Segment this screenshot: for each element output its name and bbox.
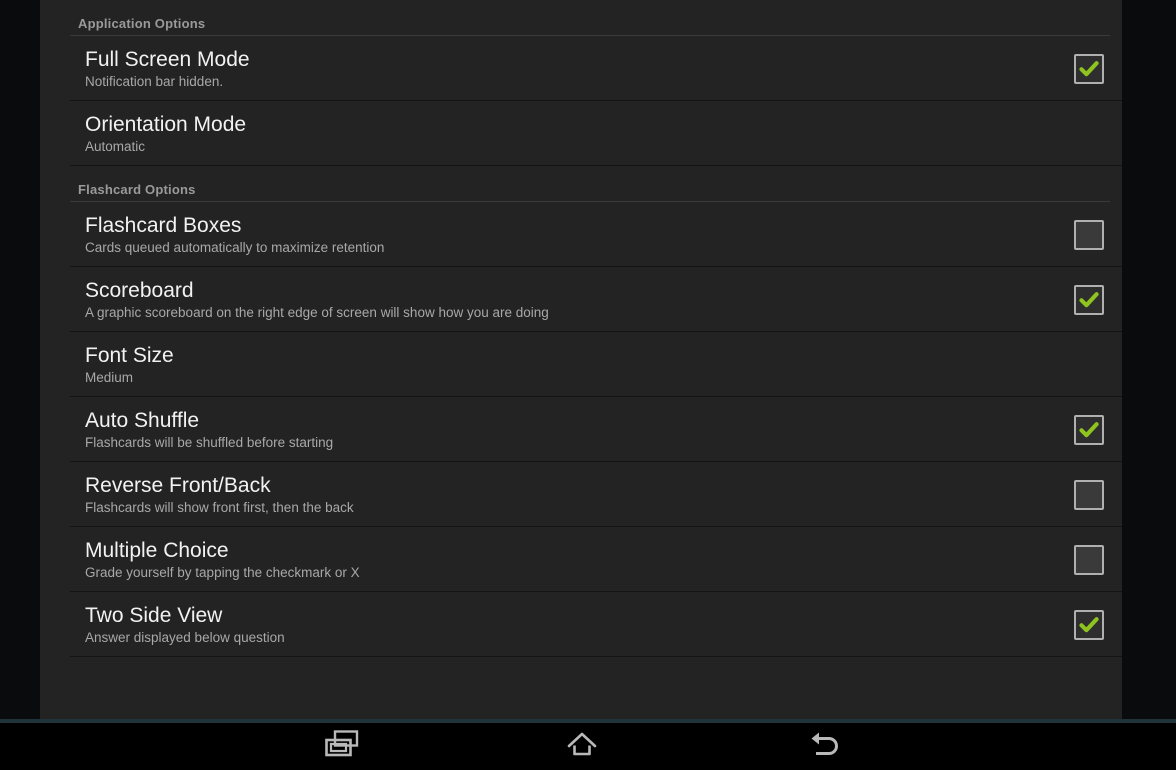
back-icon — [804, 728, 844, 765]
preference-summary: Automatic — [85, 138, 146, 154]
preference-summary: Notification bar hidden. — [85, 73, 224, 89]
app-area: Application Options Full Screen Mode Notif… — [0, 0, 1176, 723]
preference-title: Flashcard Boxes — [85, 213, 242, 237]
section-header: Application Options — [40, 0, 1122, 36]
preference-text: Flashcard Boxes Cards queued automaticall… — [85, 214, 1060, 256]
preference-summary: Grade yourself by tapping the checkmark … — [85, 564, 360, 580]
preference-text: Auto Shuffle Flashcards will be shuffled … — [85, 409, 1060, 451]
preference-text: Multiple Choice Grade yourself by tapping… — [85, 539, 1060, 581]
preference-checkbox[interactable] — [1074, 609, 1104, 640]
preference-list: Application Options Full Screen Mode Notif… — [40, 0, 1122, 657]
preference-row[interactable]: Flashcard Boxes Cards queued automaticall… — [40, 202, 1122, 267]
section-header: Flashcard Options — [40, 166, 1122, 202]
preference-row[interactable]: Full Screen Mode Notification bar hidden. — [40, 36, 1122, 101]
recents-icon — [322, 728, 362, 765]
preference-row[interactable]: Auto Shuffle Flashcards will be shuffled … — [40, 397, 1122, 462]
checkmark-icon — [1078, 289, 1100, 311]
left-letterbox-gutter — [0, 0, 40, 723]
preference-checkbox[interactable] — [1074, 284, 1104, 315]
checkmark-icon — [1078, 614, 1100, 636]
preference-summary: A graphic scoreboard on the right edge o… — [85, 304, 549, 320]
section-header-label: Flashcard Options — [78, 182, 196, 197]
preference-text: Scoreboard A graphic scoreboard on the ri… — [85, 279, 1060, 321]
checkmark-icon — [1078, 419, 1100, 441]
preference-title: Reverse Front/Back — [85, 473, 271, 497]
preference-text: Full Screen Mode Notification bar hidden. — [85, 48, 1060, 90]
preference-text: Font Size Medium — [85, 344, 1060, 386]
device-screen: Application Options Full Screen Mode Notif… — [0, 0, 1176, 770]
system-navigation-bar — [0, 723, 1176, 770]
preference-row[interactable]: Two Side View Answer displayed below ques… — [40, 592, 1122, 657]
preference-title: Full Screen Mode — [85, 47, 250, 71]
preference-row[interactable]: Orientation Mode Automatic — [40, 101, 1122, 166]
preference-checkbox[interactable] — [1074, 219, 1104, 250]
preference-title: Multiple Choice — [85, 538, 229, 562]
home-icon — [562, 728, 602, 765]
settings-panel: Application Options Full Screen Mode Notif… — [40, 0, 1122, 723]
preference-title: Two Side View — [85, 603, 223, 627]
preference-row[interactable]: Reverse Front/Back Flashcards will show f… — [40, 462, 1122, 527]
preference-row[interactable]: Multiple Choice Grade yourself by tapping… — [40, 527, 1122, 592]
preference-summary: Answer displayed below question — [85, 629, 285, 645]
row-divider — [70, 656, 1122, 657]
preference-checkbox[interactable] — [1074, 544, 1104, 575]
preference-control-placeholder — [1074, 119, 1104, 149]
preference-title: Auto Shuffle — [85, 408, 200, 432]
preference-title: Font Size — [85, 343, 174, 367]
section-header-label: Application Options — [78, 16, 206, 31]
right-letterbox-gutter — [1122, 0, 1176, 723]
preference-control-placeholder — [1074, 350, 1104, 380]
checkmark-icon — [1078, 58, 1100, 80]
preference-summary: Flashcards will show front first, then t… — [85, 499, 354, 515]
preference-summary: Medium — [85, 369, 134, 385]
back-button[interactable] — [764, 723, 884, 770]
preference-checkbox[interactable] — [1074, 414, 1104, 445]
recents-button[interactable] — [282, 723, 402, 770]
preference-row[interactable]: Font Size Medium — [40, 332, 1122, 397]
preference-row[interactable]: Scoreboard A graphic scoreboard on the ri… — [40, 267, 1122, 332]
preference-text: Orientation Mode Automatic — [85, 113, 1060, 155]
preference-summary: Flashcards will be shuffled before start… — [85, 434, 334, 450]
preference-text: Two Side View Answer displayed below ques… — [85, 604, 1060, 646]
preference-title: Scoreboard — [85, 278, 194, 302]
home-button[interactable] — [522, 723, 642, 770]
preference-checkbox[interactable] — [1074, 479, 1104, 510]
preference-text: Reverse Front/Back Flashcards will show f… — [85, 474, 1060, 516]
preference-summary: Cards queued automatically to maximize r… — [85, 239, 385, 255]
preference-title: Orientation Mode — [85, 112, 247, 136]
preference-checkbox[interactable] — [1074, 53, 1104, 84]
